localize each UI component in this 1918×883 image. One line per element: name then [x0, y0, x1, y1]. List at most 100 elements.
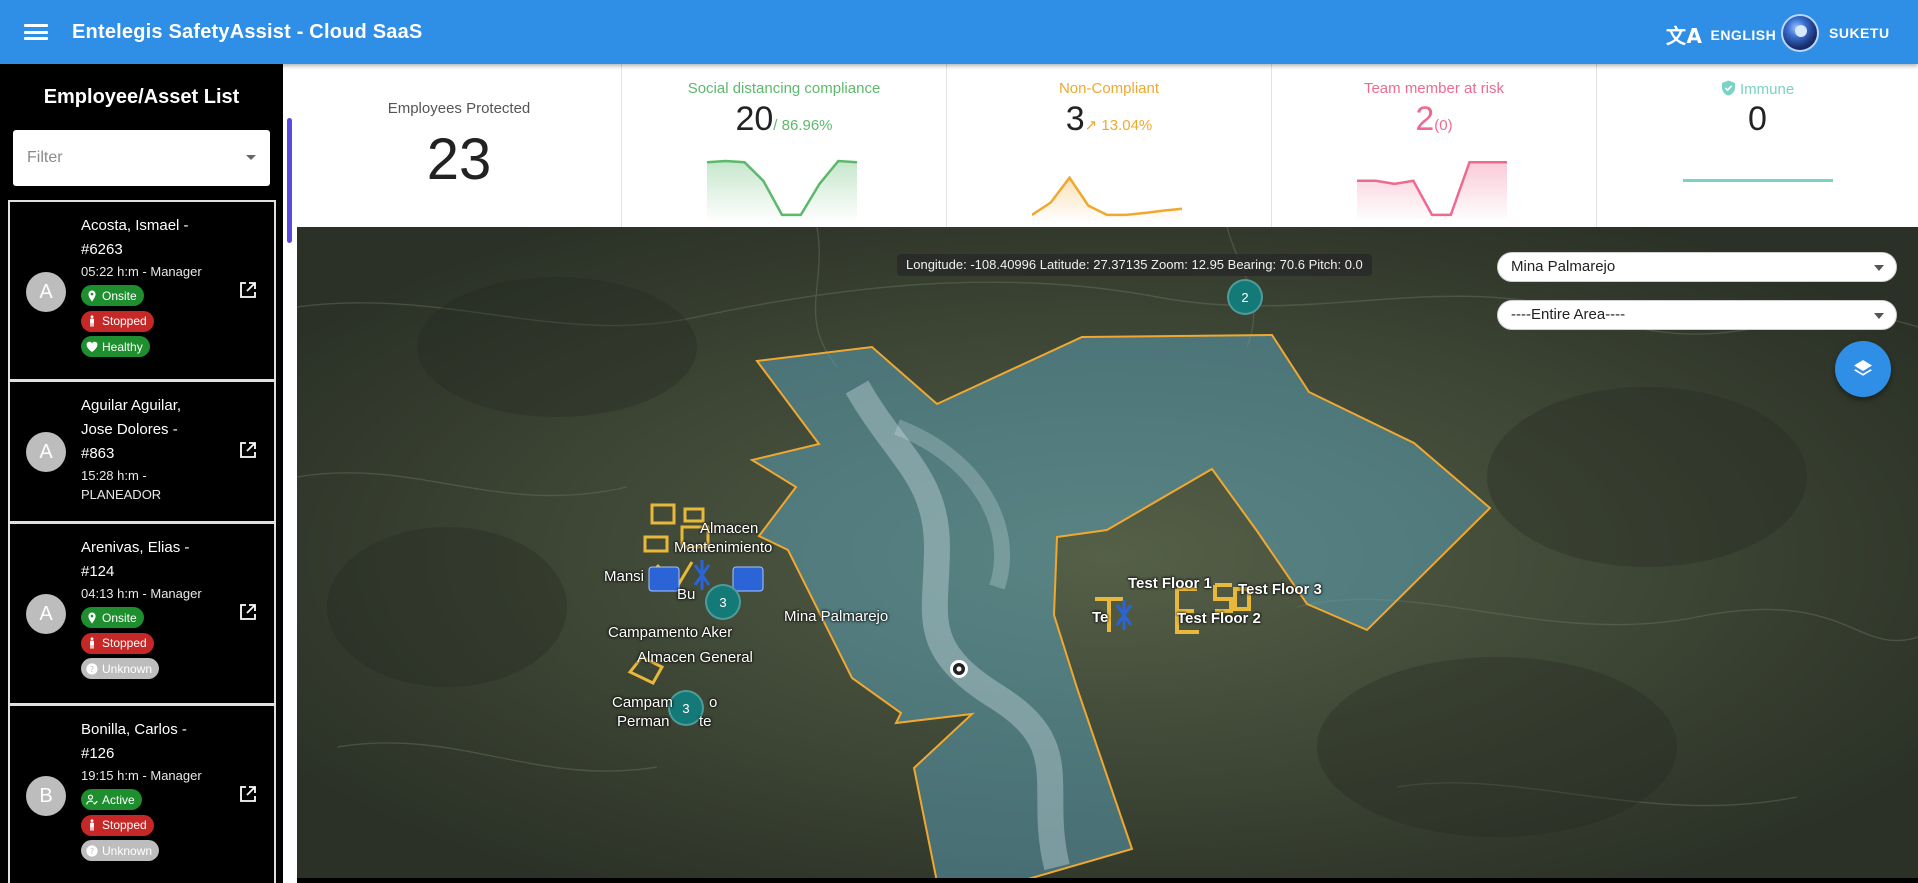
site-select[interactable]: Mina Palmarejo	[1497, 252, 1897, 282]
stat-value: 3	[1065, 100, 1085, 138]
person-check-icon	[86, 794, 98, 805]
stat-label: Social distancing compliance	[687, 80, 881, 97]
chevron-down-icon	[246, 155, 256, 160]
app-title: Entelegis SafetyAssist - Cloud SaaS	[72, 20, 423, 43]
person-standing-icon	[90, 315, 94, 327]
location-pin-icon	[88, 612, 96, 623]
stat-social-distancing: Social distancing compliance 20/ 86.96%	[622, 64, 947, 227]
distancing-sparkline	[707, 159, 857, 222]
stat-value: 0	[1748, 100, 1767, 138]
map-label: Perman	[617, 713, 670, 730]
map-label: Campamento Aker	[608, 624, 733, 641]
stat-sub: / 86.96%	[773, 117, 833, 134]
help-circle-icon: ?	[86, 844, 98, 857]
filter-select[interactable]: Filter	[13, 130, 270, 186]
avatar: A	[26, 432, 66, 472]
map-coordinates-readout: Longitude: -108.40996 Latitude: 27.37135…	[897, 254, 1372, 276]
map-label: Campam	[612, 694, 673, 711]
status-chip-active: Active	[81, 789, 142, 810]
map-label: Test Floor 3	[1238, 581, 1322, 598]
status-chip-onsite: Onsite	[81, 607, 144, 628]
map-label: Te	[1092, 609, 1109, 626]
layers-icon	[1854, 360, 1872, 376]
cluster-marker[interactable]: 3	[705, 584, 741, 620]
bottom-edge	[297, 878, 1918, 883]
stat-value-line: 20/ 86.96%	[622, 100, 946, 139]
status-chip-healthy: Healthy	[81, 336, 150, 357]
stat-immune: Immune 0	[1597, 64, 1918, 227]
language-button[interactable]: 文A ENGLISH	[1666, 20, 1776, 49]
stat-value: 20	[735, 100, 774, 138]
sidebar-title: Employee/Asset List	[43, 86, 240, 108]
map-label: o	[709, 694, 718, 711]
open-in-new-icon[interactable]	[238, 440, 258, 460]
menu-icon[interactable]	[22, 21, 50, 43]
chevron-down-icon	[1874, 265, 1884, 271]
user-menu-button[interactable]: SUKETU	[1781, 14, 1890, 52]
employee-name: Acosta, Ismael - #6263	[81, 217, 189, 258]
atrisk-sparkline	[1357, 160, 1507, 222]
language-label: ENGLISH	[1710, 26, 1777, 43]
map-label: Test Floor 2	[1177, 610, 1261, 627]
stat-label: Employees Protected	[387, 100, 531, 117]
svg-text:?: ?	[90, 847, 94, 856]
employee-info: Aguilar Aguilar, Jose Dolores - #863 15:…	[81, 394, 211, 504]
stat-value: 23	[426, 127, 492, 192]
chevron-down-icon	[1874, 313, 1884, 319]
employee-item[interactable]: B Bonilla, Carlos - #126 19:15 h:m - Man…	[8, 704, 276, 883]
map-label: Mina Palmarejo	[784, 608, 889, 625]
heart-icon	[86, 341, 98, 352]
status-chip-unknown: ? Unknown	[81, 840, 160, 861]
location-pin-icon	[88, 290, 96, 301]
user-avatar	[1781, 14, 1819, 52]
map-view[interactable]: Longitude: -108.40996 Latitude: 27.37135…	[297, 227, 1918, 883]
stat-employees-protected: Employees Protected 23	[297, 64, 622, 227]
employee-name: Arenivas, Elias - #124	[81, 539, 190, 580]
filter-placeholder: Filter	[27, 149, 63, 166]
stat-label: Team member at risk	[1363, 80, 1505, 97]
open-in-new-icon[interactable]	[238, 280, 258, 300]
map-label: Mantenimiento	[674, 539, 773, 556]
stat-non-compliant: Non-Compliant 3↗ 13.04%	[947, 64, 1272, 227]
status-chip-stopped: Stopped	[81, 632, 154, 654]
stat-value-line: 3↗ 13.04%	[947, 100, 1271, 139]
user-name: SUKETU	[1829, 25, 1890, 41]
employee-name: Aguilar Aguilar, Jose Dolores - #863	[81, 397, 182, 462]
status-chip-stopped: Stopped	[81, 310, 154, 332]
site-select-value: Mina Palmarejo	[1511, 258, 1616, 275]
stat-value-line: 2(0)	[1272, 100, 1596, 139]
employee-info: Bonilla, Carlos - #126 19:15 h:m - Manag…	[81, 718, 211, 862]
svg-text:?: ?	[90, 665, 94, 674]
cluster-marker[interactable]: 2	[1227, 279, 1263, 315]
employee-info: Arenivas, Elias - #124 04:13 h:m - Manag…	[81, 536, 211, 680]
help-circle-icon: ?	[86, 662, 98, 675]
avatar: B	[26, 776, 66, 816]
employee-item[interactable]: A Aguilar Aguilar, Jose Dolores - #863 1…	[8, 380, 276, 522]
employee-list: A Acosta, Ismael - #6263 05:22 h:m - Man…	[8, 200, 276, 883]
employee-item[interactable]: A Arenivas, Elias - #124 04:13 h:m - Man…	[8, 522, 276, 704]
person-standing-icon	[90, 637, 94, 649]
stat-label: Non-Compliant	[1058, 80, 1160, 97]
stat-value: 2	[1415, 100, 1435, 138]
map-label: Bu	[677, 586, 696, 603]
immune-sparkline	[1683, 179, 1833, 182]
stat-label: Immune	[1739, 81, 1795, 98]
status-chip-stopped: Stopped	[81, 814, 154, 836]
area-select[interactable]: ----Entire Area----	[1497, 300, 1897, 330]
employee-time-role: 04:13 h:m - Manager	[81, 586, 202, 601]
noncompliant-sparkline	[1032, 175, 1182, 222]
sidebar-scrollbar-thumb[interactable]	[287, 118, 292, 243]
employee-name: Bonilla, Carlos - #126	[81, 721, 187, 762]
shield-check-icon	[1721, 80, 1735, 96]
employee-info: Acosta, Ismael - #6263 05:22 h:m - Manag…	[81, 214, 211, 358]
employee-item[interactable]: A Acosta, Ismael - #6263 05:22 h:m - Man…	[8, 200, 276, 380]
stat-team-at-risk: Team member at risk 2(0)	[1272, 64, 1597, 227]
map-label: Almacen	[700, 520, 759, 537]
avatar: A	[26, 594, 66, 634]
open-in-new-icon[interactable]	[238, 602, 258, 622]
translate-icon: 文A	[1666, 24, 1703, 48]
open-in-new-icon[interactable]	[238, 784, 258, 804]
layers-button[interactable]	[1835, 341, 1891, 397]
employee-time-role: 15:28 h:m - PLANEADOR	[81, 468, 162, 502]
app-bar: Entelegis SafetyAssist - Cloud SaaS 文A E…	[0, 0, 1918, 64]
